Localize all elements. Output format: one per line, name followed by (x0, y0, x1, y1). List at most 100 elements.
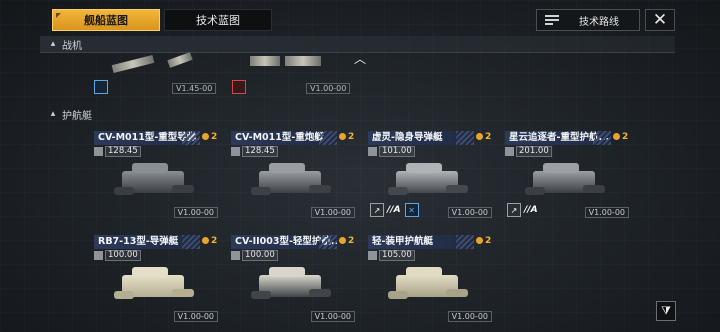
cost-label: V1.00-00 (173, 207, 218, 218)
ship-card[interactable]: CV-II003型-轻型护航... 2 100.00 V1.00-00 (231, 235, 357, 327)
ship-hull (525, 187, 545, 195)
ship-card[interactable]: 虚灵-隐身导弹艇 2 101.00 ↗//A ✕ V1.00-00 (368, 131, 494, 223)
stat-icon (94, 251, 103, 260)
weapon-module-icon: ↗ (507, 203, 521, 217)
ship-hull (269, 267, 305, 277)
ship-card-title: 轻-装甲护航艇 (368, 235, 474, 249)
cost-label: V1.00-00 (584, 207, 629, 218)
ship-card[interactable]: CV-M011型-重型导弹... 2 128.45 V1.00-00 (94, 131, 220, 223)
ship-hull (132, 267, 168, 277)
rank-icon (476, 237, 483, 244)
ship-hull (446, 289, 468, 297)
ship-card[interactable]: RB7-13型-导弹艇 2 100.00 V1.00-00 (94, 235, 220, 327)
rank-value: 2 (211, 132, 218, 142)
ship-image (251, 161, 333, 205)
list-icon (545, 15, 559, 26)
close-button[interactable]: ✕ (645, 9, 675, 31)
ship-card-title: CV-M011型-重型导弹... (94, 131, 200, 145)
rank-value: 2 (485, 132, 492, 142)
expand-icon: ▴ (50, 109, 56, 119)
module-slots: ↗//A ✕ (370, 203, 419, 217)
collapse-chevron-icon[interactable]: ︿ (354, 50, 366, 67)
ship-card-title: RB7-13型-导弹艇 (94, 235, 200, 249)
rank-icon (202, 133, 209, 140)
stat-icon (94, 147, 103, 156)
rank-badge: 2 (476, 236, 491, 246)
ship-card-title: CV-M011型-重炮艇 (231, 131, 337, 145)
ship-hull (388, 291, 408, 299)
rank-icon (476, 133, 483, 140)
section-header-escort[interactable]: ▴ 护航艇 (40, 106, 92, 122)
module-blue-icon: ✕ (404, 203, 419, 217)
ship-stat: 201.00 (505, 146, 552, 157)
ship-hull (446, 185, 468, 193)
ship-hull (543, 163, 579, 173)
rank-badge: 2 (476, 132, 491, 142)
stat-value: 201.00 (516, 146, 552, 157)
section-fighter-label: 战机 (62, 40, 82, 52)
ship-hull (583, 185, 605, 193)
module-label: //A (524, 205, 538, 215)
section-escort-label: 护航艇 (62, 110, 92, 122)
ship-card[interactable]: 轻-装甲护航艇 2 105.00 V1.00-00 (368, 235, 494, 327)
stat-value: 100.00 (242, 250, 278, 261)
rank-icon (202, 237, 209, 244)
rank-value: 2 (348, 132, 355, 142)
module-slot[interactable]: ↗//A (507, 203, 538, 217)
module-blue-icon (94, 80, 108, 94)
rank-icon (339, 237, 346, 244)
ship-image (114, 265, 196, 309)
stat-icon (368, 147, 377, 156)
fighter-cost-label: V1.45-00 (172, 83, 217, 94)
rank-badge: 2 (613, 132, 628, 142)
ship-hull (309, 289, 331, 297)
tab-corner-mark (56, 13, 61, 18)
ship-hull (251, 187, 271, 195)
ship-hull (172, 289, 194, 297)
ship-stat: 100.00 (231, 250, 278, 261)
ship-card[interactable]: CV-M011型-重炮艇 2 128.45 V1.00-00 (231, 131, 357, 223)
tab-tech-blueprints[interactable]: 技术蓝图 (164, 9, 272, 31)
rank-icon (339, 133, 346, 140)
ship-hull (114, 187, 134, 195)
ship-hull (309, 185, 331, 193)
close-icon: ✕ (652, 10, 668, 30)
stat-icon (231, 251, 240, 260)
ship-card-title: 星云追逐者-重型护航... (505, 131, 611, 145)
ship-card[interactable]: 星云追逐者-重型护航... 2 201.00 ↗//A V1.00-00 (505, 131, 631, 223)
ship-hull (406, 267, 442, 277)
module-red-icon (232, 80, 246, 94)
ship-image (388, 161, 470, 205)
stat-value: 128.45 (105, 146, 141, 157)
cost-label: V1.00-00 (447, 207, 492, 218)
tab-ship-blueprints[interactable]: 舰船蓝图 (52, 9, 160, 31)
tech-route-button[interactable]: 技术路线 (536, 9, 640, 31)
stat-icon (368, 251, 377, 260)
cost-label: V1.00-00 (447, 311, 492, 322)
ship-card-title: 虚灵-隐身导弹艇 (368, 131, 474, 145)
tab-ship-label: 舰船蓝图 (84, 14, 128, 27)
module-label: //A (387, 205, 401, 215)
stat-icon (505, 147, 514, 156)
rank-icon (613, 133, 620, 140)
ship-card-title: CV-II003型-轻型护航... (231, 235, 337, 249)
ship-image (251, 265, 333, 309)
fighter-ship-image (250, 56, 280, 66)
ship-hull (172, 185, 194, 193)
ship-hull (269, 163, 305, 173)
rank-value: 2 (485, 236, 492, 246)
ship-hull (388, 187, 408, 195)
rank-value: 2 (211, 236, 218, 246)
ship-stat: 128.45 (94, 146, 141, 157)
module-slots: ↗//A (507, 203, 538, 217)
filter-button[interactable]: ⧩ (656, 301, 676, 321)
module-slot[interactable]: ✕ (404, 203, 419, 217)
cost-label: V1.00-00 (173, 311, 218, 322)
stat-icon (231, 147, 240, 156)
cost-label: V1.00-00 (310, 311, 355, 322)
ship-hull (114, 291, 134, 299)
module-slot[interactable]: ↗//A (370, 203, 401, 217)
rank-badge: 2 (339, 236, 354, 246)
weapon-module-icon: ↗ (370, 203, 384, 217)
ship-stat: 128.45 (231, 146, 278, 157)
